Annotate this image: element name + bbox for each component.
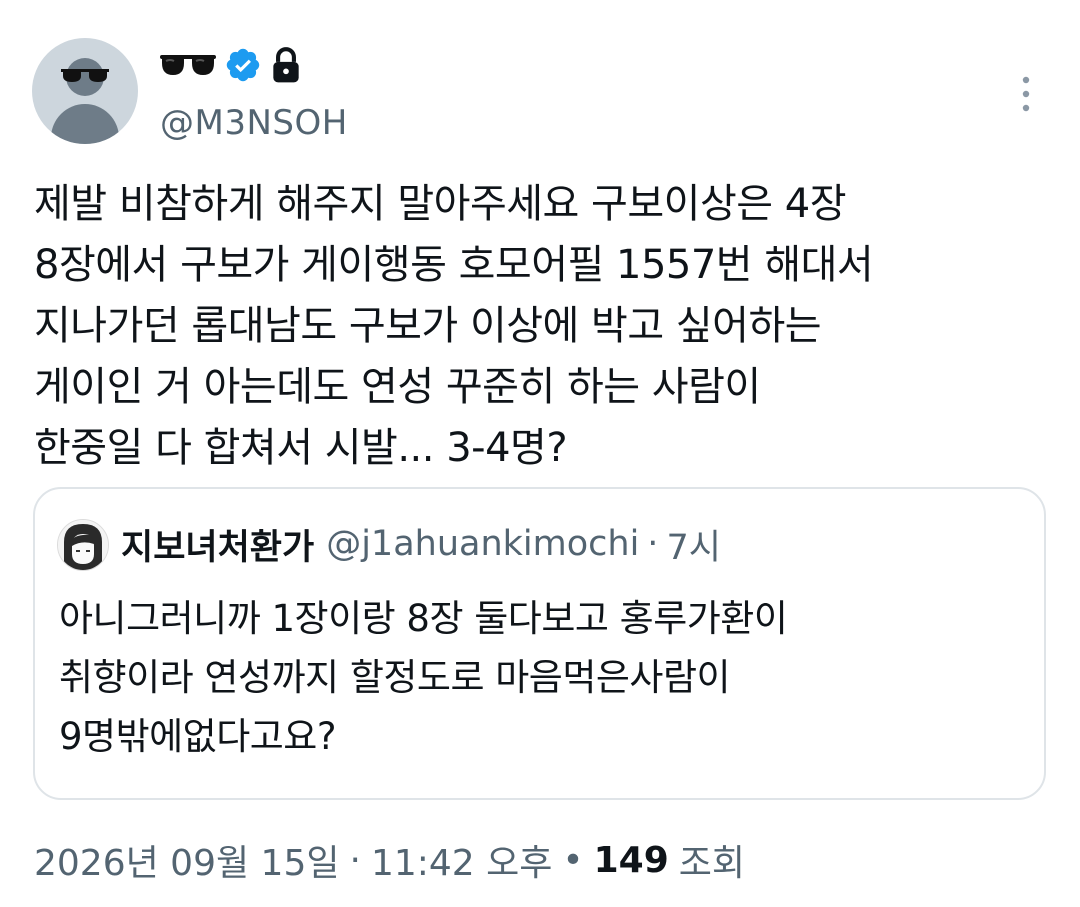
tweet-date[interactable]: 2026년 09월 15일 <box>34 834 339 886</box>
anime-avatar-icon <box>58 520 108 570</box>
author-avatar[interactable] <box>32 38 138 144</box>
more-options-icon[interactable] <box>1014 74 1038 114</box>
quoted-separator: · <box>647 524 659 564</box>
quoted-display-name[interactable]: 지보녀처환가 <box>121 519 314 570</box>
tweet-text: 제발 비참하게 해주지 말아주세요 구보이상은 4장 8장에서 구보가 게이행동… <box>34 181 874 471</box>
tweet-meta: 2026년 09월 15일 · 11:42 오후 • 149 조회 <box>34 834 745 886</box>
meta-separator: · <box>349 839 361 881</box>
quoted-tweet-header: 지보녀처환가 @j1ahuankimochi · 7시 <box>121 519 721 569</box>
views-label[interactable]: 조회 <box>679 834 745 886</box>
quoted-tweet-text: 아니그러니까 1장이랑 8장 둘다보고 홍루가환이 취향이라 연성까지 할정도로… <box>59 597 788 758</box>
views-count[interactable]: 149 <box>594 840 669 881</box>
avatar-body-shape <box>51 104 119 144</box>
sunglasses-emoji-icon <box>160 55 216 75</box>
meta-separator-2: • <box>562 839 584 881</box>
quoted-tweet-card[interactable]: 지보녀처환가 @j1ahuankimochi · 7시 아니그러니까 1장이랑 … <box>33 487 1046 800</box>
verified-badge-icon <box>226 48 260 82</box>
tweet-time[interactable]: 11:42 오후 <box>371 834 552 886</box>
author-handle[interactable]: @M3NSOH <box>160 103 348 143</box>
quoted-timestamp[interactable]: 7시 <box>666 519 720 570</box>
author-name-row[interactable] <box>160 42 302 88</box>
lock-icon <box>273 47 299 83</box>
avatar-sunglasses-icon <box>61 69 109 82</box>
quoted-author-avatar[interactable] <box>57 519 109 571</box>
quoted-handle[interactable]: @j1ahuankimochi <box>326 524 639 564</box>
